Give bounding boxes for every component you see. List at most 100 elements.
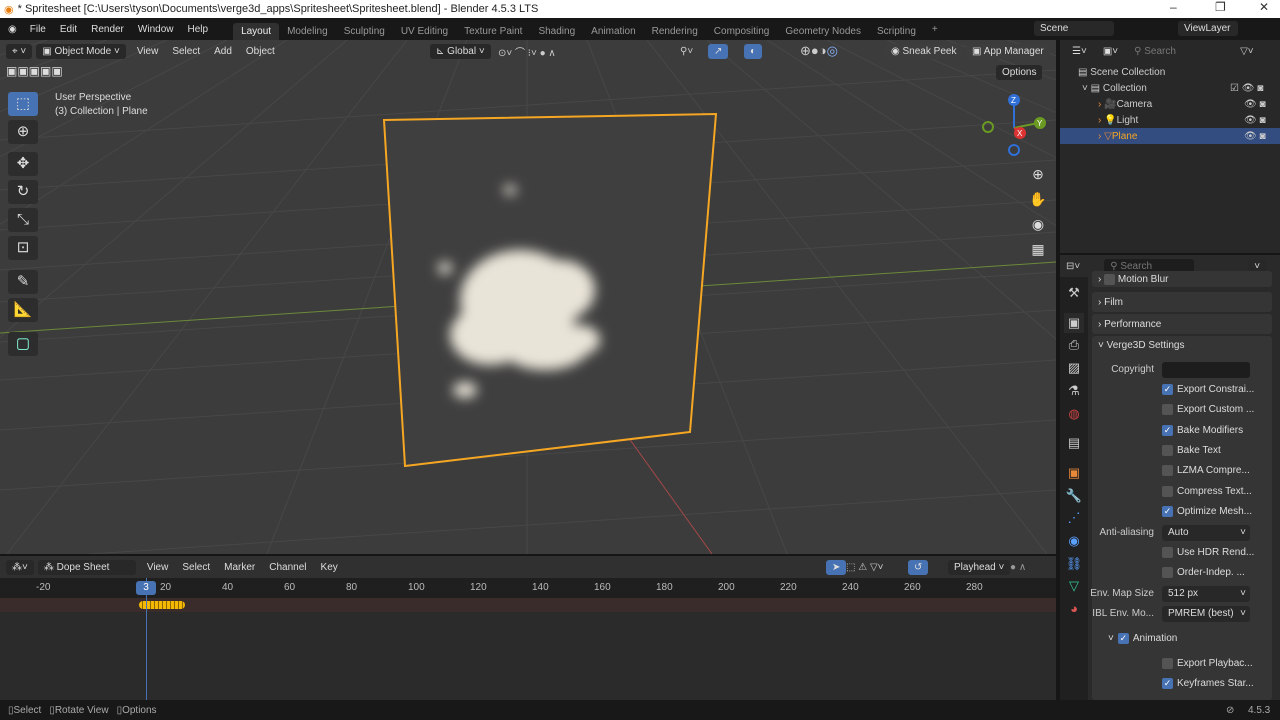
add-workspace-button[interactable]: + — [924, 21, 946, 38]
mode-selector[interactable]: ▣ Object Mode ˅ — [36, 43, 126, 59]
orientation-selector[interactable]: ⊾ Global ˅ — [430, 43, 491, 59]
checkbox-icon[interactable] — [1162, 567, 1173, 579]
checkbox-bake-modifiers[interactable]: ✓ Bake Modifiers — [1162, 424, 1243, 436]
3d-viewport[interactable]: ⌖ ˅ ▣ Object Mode ˅ View Select Add Object … — [0, 40, 1056, 554]
tab-rendering[interactable]: Rendering — [644, 23, 706, 40]
checkbox-icon[interactable] — [1162, 547, 1173, 558]
visibility-eye-icon[interactable]: 👁 ◙ — [1244, 131, 1266, 142]
dopesheet-menu-channel[interactable]: Channel — [262, 562, 313, 573]
env-map-size-dropdown[interactable]: 512 px ˅ — [1162, 586, 1250, 602]
gizmo-toggle-icon[interactable]: ↗ — [708, 43, 729, 59]
move-tool-icon[interactable]: ✥ — [8, 152, 38, 176]
tab-shading[interactable]: Shading — [530, 23, 583, 40]
film-panel[interactable]: › Film — [1092, 292, 1272, 312]
tab-uv-editing[interactable]: UV Editing — [393, 23, 456, 40]
filter-icons[interactable]: ⬚ ⚠ ▽˅ — [846, 562, 884, 573]
shading-modes-icon[interactable]: ⊕●◑◎ — [800, 43, 838, 59]
outliner-search-input[interactable]: ⚲ Search — [1128, 43, 1217, 59]
navigation-gizmo[interactable]: Z Y X — [978, 90, 1050, 162]
timeline-ruler[interactable]: -40-202040608010012014016018020022024026… — [0, 578, 1056, 598]
menu-edit[interactable]: Edit — [53, 24, 84, 35]
filter-icon[interactable]: ▽˅ — [1240, 46, 1254, 57]
overlay-toggle-icon[interactable]: ◐ — [744, 43, 763, 59]
checkbox-export-custom[interactable]: Export Custom ... — [1162, 404, 1254, 416]
collection-row[interactable]: ˅ ▤ Collection ☑ 👁 ◙ — [1060, 80, 1280, 96]
checkbox-icon[interactable] — [1162, 444, 1173, 456]
rotate-tool-icon[interactable]: ↻ — [8, 180, 38, 204]
outliner-item-plane[interactable]: › ▽ Plane 👁 ◙ — [1060, 128, 1280, 144]
render-tab-icon[interactable]: ▣ — [1064, 313, 1084, 333]
viewport-menu-object[interactable]: Object — [239, 46, 282, 57]
menu-help[interactable]: Help — [180, 24, 215, 35]
display-mode-icon[interactable]: ☰˅ — [1066, 43, 1093, 59]
checkbox-compress-text[interactable]: Compress Text... — [1162, 485, 1252, 497]
add-cube-tool-icon[interactable]: ▢ — [8, 332, 38, 356]
pan-hand-icon[interactable]: ✋ — [1028, 187, 1048, 212]
app-manager-button[interactable]: ▣ App Manager — [966, 43, 1050, 59]
editor-type-icon[interactable]: ⊟˅ — [1066, 261, 1080, 272]
copyright-input[interactable] — [1162, 362, 1250, 378]
checkbox-icon[interactable] — [1162, 485, 1173, 497]
pivot-icon[interactable]: ⊙˅ ⌒ ⁝˅ ● ∧ — [498, 44, 556, 59]
viewport-menu-add[interactable]: Add — [207, 46, 239, 57]
modifier-tab-icon[interactable]: 🔧 — [1064, 486, 1084, 506]
viewport-menu-select[interactable]: Select — [165, 46, 207, 57]
world-tab-icon[interactable]: ◍ — [1064, 404, 1084, 424]
tab-texture-paint[interactable]: Texture Paint — [456, 23, 530, 40]
checkbox-optimize-mesh[interactable]: ✓ Optimize Mesh... — [1162, 505, 1252, 517]
anti-aliasing-dropdown[interactable]: Auto ˅ — [1162, 525, 1250, 541]
camera-view-icon[interactable]: ◉ — [1028, 212, 1048, 237]
visibility-eye-icon[interactable]: 👁 ◙ — [1244, 99, 1266, 110]
tab-animation[interactable]: Animation — [583, 23, 643, 40]
blender-menu-icon[interactable]: ◉ — [8, 24, 17, 35]
checkbox-bake-text[interactable]: Bake Text — [1162, 444, 1221, 456]
dope-sheet-editor[interactable]: ⁂˅ ⁂ Dope Sheet View Select Marker Channel K… — [0, 556, 1056, 700]
constraints-tab-icon[interactable]: ⛓ — [1064, 554, 1084, 574]
proportional-icon[interactable]: ● ∧ — [1010, 562, 1026, 573]
checkbox-icon[interactable] — [1162, 658, 1173, 669]
checkbox-icon[interactable] — [1162, 404, 1173, 416]
view-layer-icon[interactable]: ▣˅ — [1096, 43, 1125, 59]
collection-tab-icon[interactable]: ▤ — [1064, 433, 1084, 453]
close-button[interactable]: ✕ — [1259, 0, 1269, 14]
tab-scripting[interactable]: Scripting — [869, 23, 924, 40]
checkbox-icon[interactable]: ✓ — [1162, 384, 1173, 395]
physics-tab-icon[interactable]: ◉ — [1064, 531, 1084, 551]
checkbox-icon[interactable]: ✓ — [1162, 505, 1173, 517]
view-layer-selector[interactable]: ViewLayer — [1178, 21, 1238, 36]
scene-collection-row[interactable]: ▤ Scene Collection — [1060, 64, 1280, 80]
output-tab-icon[interactable]: ⎙ — [1064, 335, 1084, 355]
menu-file[interactable]: File — [23, 24, 53, 35]
pivot-selector[interactable]: Playhead ˅ — [948, 559, 1011, 575]
scene-tab-icon[interactable]: ⚗ — [1064, 381, 1084, 401]
checkbox-icon[interactable]: ✓ — [1162, 678, 1173, 690]
scene-selector[interactable]: Scene — [1034, 21, 1114, 36]
dopesheet-menu-select[interactable]: Select — [175, 562, 217, 573]
data-tab-icon[interactable]: ▽ — [1064, 576, 1084, 596]
minimize-button[interactable]: – — [1170, 0, 1177, 14]
sneak-peek-button[interactable]: ◉ Sneak Peek — [885, 43, 963, 59]
maximize-button[interactable]: ❐ — [1215, 0, 1226, 14]
menu-render[interactable]: Render — [84, 24, 131, 35]
tab-geometry-nodes[interactable]: Geometry Nodes — [777, 23, 869, 40]
performance-panel[interactable]: › Performance — [1092, 314, 1272, 334]
checkbox-keyframes-star[interactable]: ✓ Keyframes Star... — [1162, 678, 1254, 690]
checkbox-lzma-compre[interactable]: LZMA Compre... — [1162, 465, 1250, 477]
perspective-grid-icon[interactable]: ▦ — [1028, 237, 1048, 262]
editor-type-icon[interactable]: ⁂˅ — [6, 559, 34, 575]
editor-type-icon[interactable]: ⌖ ˅ — [6, 43, 33, 59]
checkbox-icon[interactable] — [1162, 465, 1173, 477]
tab-compositing[interactable]: Compositing — [706, 23, 778, 40]
visibility-icon[interactable]: ⚲˅ — [680, 46, 693, 57]
checkbox-icon[interactable]: ✓ — [1162, 424, 1173, 436]
outliner-item-light[interactable]: › 💡 Light 👁 ◙ — [1060, 112, 1280, 128]
cursor-tool-icon[interactable]: ⊕ — [8, 120, 38, 144]
dopesheet-menu-view[interactable]: View — [140, 562, 176, 573]
material-tab-icon[interactable]: ◕ — [1064, 599, 1084, 619]
particles-tab-icon[interactable]: ⋰ — [1064, 508, 1084, 528]
menu-window[interactable]: Window — [131, 24, 181, 35]
checkbox-export-constrai[interactable]: ✓ Export Constrai... — [1162, 384, 1254, 395]
zoom-icon[interactable]: ⊕ — [1028, 162, 1048, 187]
tab-sculpting[interactable]: Sculpting — [336, 23, 393, 40]
view-layer-tab-icon[interactable]: ▨ — [1064, 358, 1084, 378]
